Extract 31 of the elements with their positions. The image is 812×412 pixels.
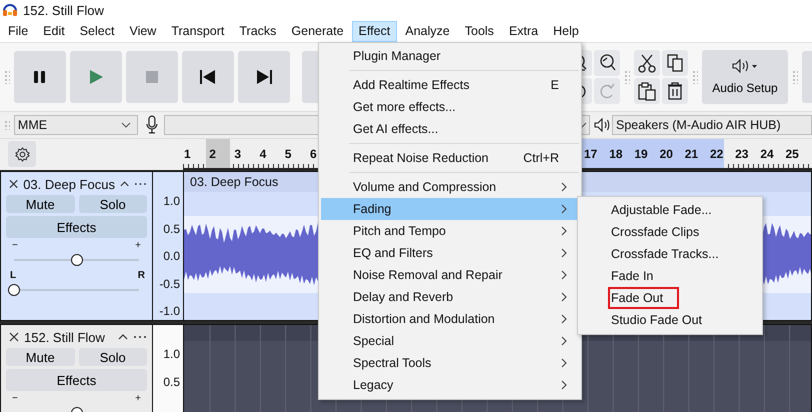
ruler-label: 2	[209, 147, 217, 161]
ruler-label: 3	[234, 147, 242, 161]
amplitude-label: 1.0	[163, 347, 180, 361]
track-name: 152. Still Flow	[24, 330, 106, 344]
slider-label: +	[135, 394, 141, 404]
ruler-label: 20	[660, 147, 674, 161]
ruler-label: 23	[735, 147, 750, 161]
amplitude-label: 0.0	[163, 249, 180, 263]
ruler-label: 25	[786, 147, 800, 161]
amplitude-label: -0.5	[159, 276, 180, 290]
ruler-label: 19	[634, 147, 649, 161]
slider-label: R	[138, 271, 145, 281]
ruler-label: 4	[260, 147, 268, 161]
ruler-label: 22	[710, 147, 724, 161]
amplitude-label: 1.0	[163, 194, 180, 208]
ruler-label: 17	[584, 147, 598, 161]
amplitude-label: -1.0	[159, 304, 180, 318]
slider-label: −	[12, 394, 18, 404]
window-title: 152. Still Flow	[23, 2, 104, 18]
ruler-label: 18	[609, 147, 624, 161]
track-name: 03. Deep Focus	[23, 176, 115, 192]
amplitude-label: 0.5	[163, 374, 180, 388]
slider-label: L	[10, 271, 16, 281]
slider-label: +	[135, 241, 141, 251]
ruler-label: 5	[284, 147, 292, 161]
ruler-label: 1	[184, 147, 192, 161]
amplitude-label: 0.5	[163, 222, 180, 236]
ruler-label: 6	[310, 147, 318, 161]
slider-label: −	[12, 241, 18, 251]
ruler-label: 24	[760, 147, 775, 161]
ruler-label: 21	[684, 147, 700, 161]
